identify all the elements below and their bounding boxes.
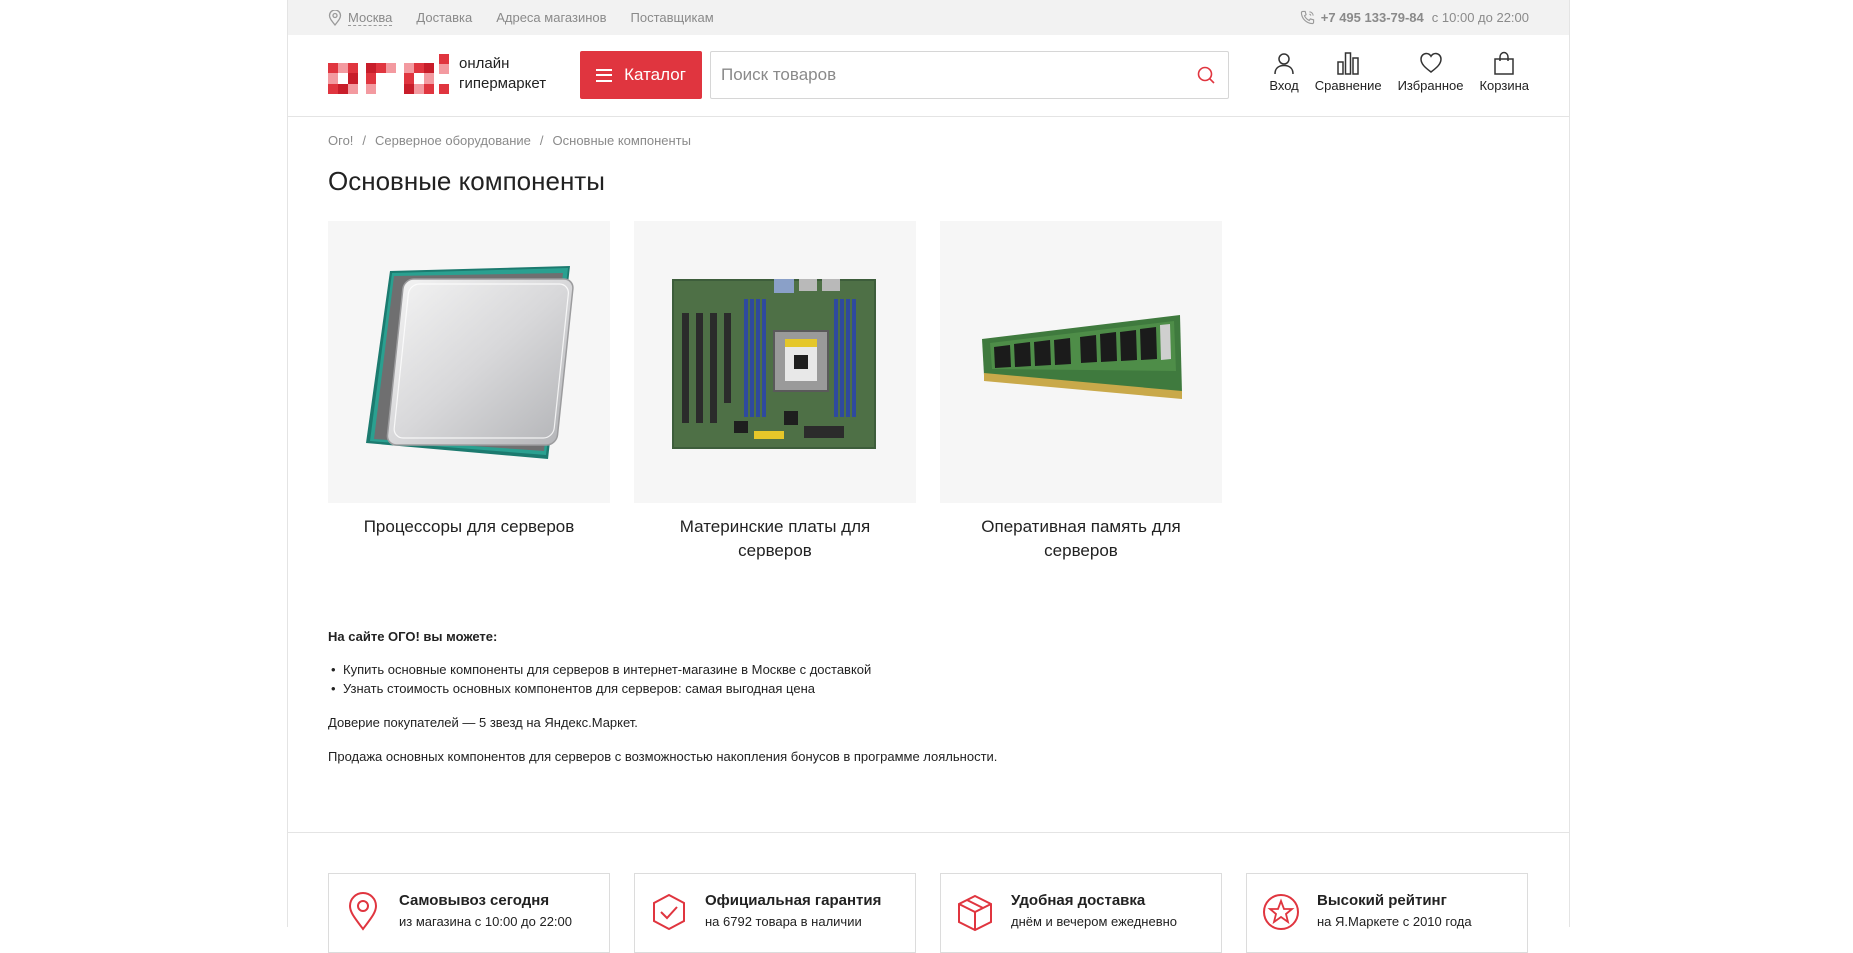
seo-paragraph: Доверие покупателей — 5 звезд на Яндекс.… (328, 715, 638, 730)
breadcrumb: Ого! / Серверное оборудование / Основные… (328, 133, 691, 148)
working-hours: с 10:00 до 22:00 (1431, 10, 1529, 25)
top-bar: Москва Доставка Адреса магазинов Поставщ… (288, 0, 1569, 35)
seo-list: Купить основные компоненты для серверов … (328, 661, 1228, 698)
logo-line-2: гипермаркет (459, 75, 547, 92)
phone-icon (1300, 10, 1314, 25)
suppliers-link[interactable]: Поставщикам (631, 10, 714, 25)
store-addresses-link[interactable]: Адреса магазинов (496, 10, 606, 25)
category-name[interactable]: Процессоры для серверов (328, 515, 610, 539)
feature-card-delivery[interactable]: Удобная доставка днём и вечером ежедневн… (940, 873, 1222, 953)
logo[interactable]: онлайн гипермаркет (328, 51, 578, 97)
feature-title: Официальная гарантия (705, 892, 882, 909)
city-selector[interactable]: Москва (328, 9, 393, 26)
header-nav: Вход Сравнение Избранное Корзина (1253, 51, 1529, 101)
feature-title: Удобная доставка (1011, 892, 1146, 909)
breadcrumb-item-home[interactable]: Ого! (328, 133, 353, 148)
ogo-logo-mark (328, 53, 449, 94)
feature-card-pickup[interactable]: Самовывоз сегодня из магазина с 10:00 до… (328, 873, 610, 953)
category-card-cpu[interactable]: Процессоры для серверов (328, 221, 610, 563)
compare-button[interactable]: Сравнение (1315, 51, 1382, 101)
category-card-ram[interactable]: Оперативная память для серверов (940, 221, 1222, 563)
shield-check-icon (653, 893, 685, 931)
cpu-image[interactable] (328, 221, 610, 503)
search-box (710, 51, 1229, 99)
user-icon (1274, 53, 1294, 75)
breadcrumb-item-server-equipment[interactable]: Серверное оборудование (375, 133, 531, 148)
feature-card-rating[interactable]: Высокий рейтинг на Я.Маркете с 2010 года (1246, 873, 1528, 953)
category-card-motherboard[interactable]: Материнские платы для серверов (634, 221, 916, 563)
feature-title: Высокий рейтинг (1317, 892, 1447, 909)
favorites-button[interactable]: Избранное (1397, 51, 1464, 101)
category-name[interactable]: Оперативная память для серверов (940, 515, 1222, 563)
location-pin-icon (328, 9, 342, 26)
features-row: Самовывоз сегодня из магазина с 10:00 до… (328, 873, 1552, 953)
seo-paragraph: Продажа основных компонентов для серверо… (328, 749, 998, 764)
list-item: Купить основные компоненты для серверов … (328, 661, 1228, 679)
page-title: Основные компоненты (328, 166, 605, 196)
motherboard-image[interactable] (634, 221, 916, 503)
compare-label: Сравнение (1314, 78, 1382, 93)
cart-label: Корзина (1479, 78, 1529, 93)
star-badge-icon (1263, 894, 1299, 930)
category-name[interactable]: Материнские платы для серверов (634, 515, 916, 563)
logo-line-1: онлайн (459, 55, 510, 72)
search-button[interactable] (1184, 65, 1228, 85)
logo-text: онлайн гипермаркет (459, 54, 546, 94)
seo-heading: На сайте ОГО! вы можете: (328, 629, 498, 644)
box-icon (958, 894, 992, 932)
catalog-button[interactable]: Каталог (580, 51, 702, 99)
main-header: онлайн гипермаркет Каталог Поиск товаров… (288, 35, 1569, 117)
menu-icon (596, 68, 613, 82)
ram-image[interactable] (940, 221, 1222, 503)
seo-text: На сайте ОГО! вы можете: Купить основные… (328, 628, 1228, 782)
feature-title: Самовывоз сегодня (399, 892, 550, 909)
delivery-link[interactable]: Доставка (416, 10, 472, 25)
breadcrumb-separator: / (362, 133, 367, 148)
catalog-button-label: Каталог (624, 65, 686, 84)
cart-button[interactable]: Корзина (1479, 51, 1529, 101)
breadcrumb-separator: / (539, 133, 544, 148)
compare-icon (1337, 52, 1359, 75)
page-container: Москва Доставка Адреса магазинов Поставщ… (287, 0, 1570, 953)
category-grid: Процессоры для серверов Материнские плат… (328, 221, 1246, 563)
search-input[interactable] (711, 52, 1184, 98)
phone-number[interactable]: +7 495 133-79-84 (1321, 10, 1424, 25)
login-button[interactable]: Вход (1269, 51, 1299, 101)
list-item: Узнать стоимость основных компонентов дл… (328, 680, 1228, 698)
bag-icon (1494, 51, 1514, 75)
breadcrumb-item-current: Основные компоненты (552, 133, 691, 148)
location-pin-icon (348, 892, 378, 931)
section-divider (288, 832, 1569, 833)
heart-icon (1419, 52, 1442, 73)
favorites-label: Избранное (1397, 78, 1464, 93)
login-label: Вход (1269, 78, 1299, 93)
search-icon (1197, 66, 1215, 84)
feature-card-warranty[interactable]: Официальная гарантия на 6792 товара в на… (634, 873, 916, 953)
city-name: Москва (348, 9, 393, 26)
